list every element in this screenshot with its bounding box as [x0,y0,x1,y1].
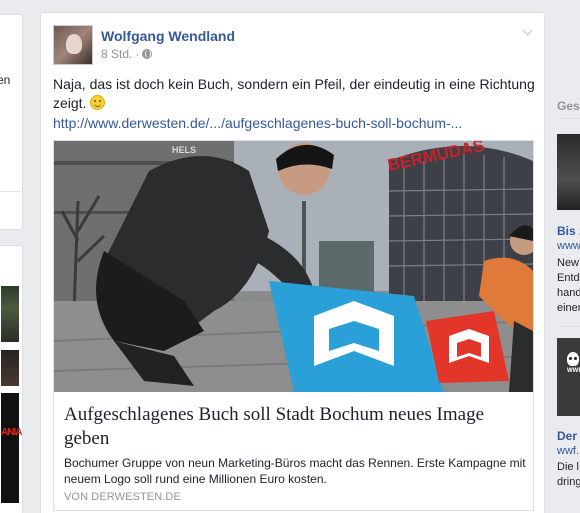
left-photo-thumbnail[interactable] [1,350,19,386]
wwf-logo-icon: WWF [567,368,580,374]
right-column-divider [557,326,580,327]
post-link[interactable]: http://www.derwesten.de/.../aufgeschlage… [53,114,462,133]
left-sidebar-photos: ANIA [0,245,23,513]
globe-icon[interactable] [142,49,153,59]
post-message: Naja, das ist doch kein Buch, sondern ei… [53,75,538,113]
right-item-title[interactable]: Der l [557,429,580,443]
smile-emoji-icon [90,95,106,110]
link-preview-description: Bochumer Gruppe von neun Marketing-Büros… [64,456,526,486]
feed-post: Wolfgang Wendland 8 Std. · Naja, das ist… [40,12,545,513]
left-sidebar-card: en [0,14,23,230]
right-item-line: einer [557,302,580,314]
meta-separator: · [135,47,140,61]
author-name[interactable]: Wolfgang Wendland [101,27,235,45]
right-item-line: Entd [557,272,580,284]
link-preview-card[interactable]: HELS BERMUDAS Aufgeschlagenes Buch soll … [53,140,534,511]
panda-logo-icon [567,352,579,366]
link-preview-title[interactable]: Aufgeschlagenes Buch soll Stadt Bochum n… [64,403,524,451]
left-card-divider [0,191,22,192]
left-card-text-fragment: en [0,73,11,87]
right-column-divider [557,118,580,119]
right-column-heading: Gesp [557,99,580,113]
post-meta: 8 Std. · [101,46,153,62]
right-item-line: Die l [557,461,580,473]
building-sign-text: HELS [172,145,196,155]
right-item-source[interactable]: wwf. [557,445,579,457]
post-message-text: Naja, das ist doch kein Buch, sondern ei… [53,76,535,111]
right-item-thumbnail[interactable] [557,134,580,210]
right-item-source[interactable]: www [557,240,580,252]
right-item-title[interactable]: Bis z [557,224,580,238]
left-photo-thumbnail[interactable]: ANIA [1,393,22,503]
right-item-thumbnail[interactable]: WWF [557,338,580,416]
left-photo-thumbnail[interactable] [1,286,19,342]
post-timestamp[interactable]: 8 Std. [101,46,132,62]
link-preview-source: VON DERWESTEN.DE [64,491,181,503]
author-avatar[interactable] [53,25,93,65]
chevron-down-icon[interactable] [522,27,534,37]
link-preview-image[interactable]: HELS BERMUDAS [54,141,533,392]
right-item-line: dring [557,476,580,488]
right-item-line: New [557,257,580,269]
thumbnail-graphic-text: ANIA [1,427,22,438]
right-item-line: hand [557,287,580,299]
